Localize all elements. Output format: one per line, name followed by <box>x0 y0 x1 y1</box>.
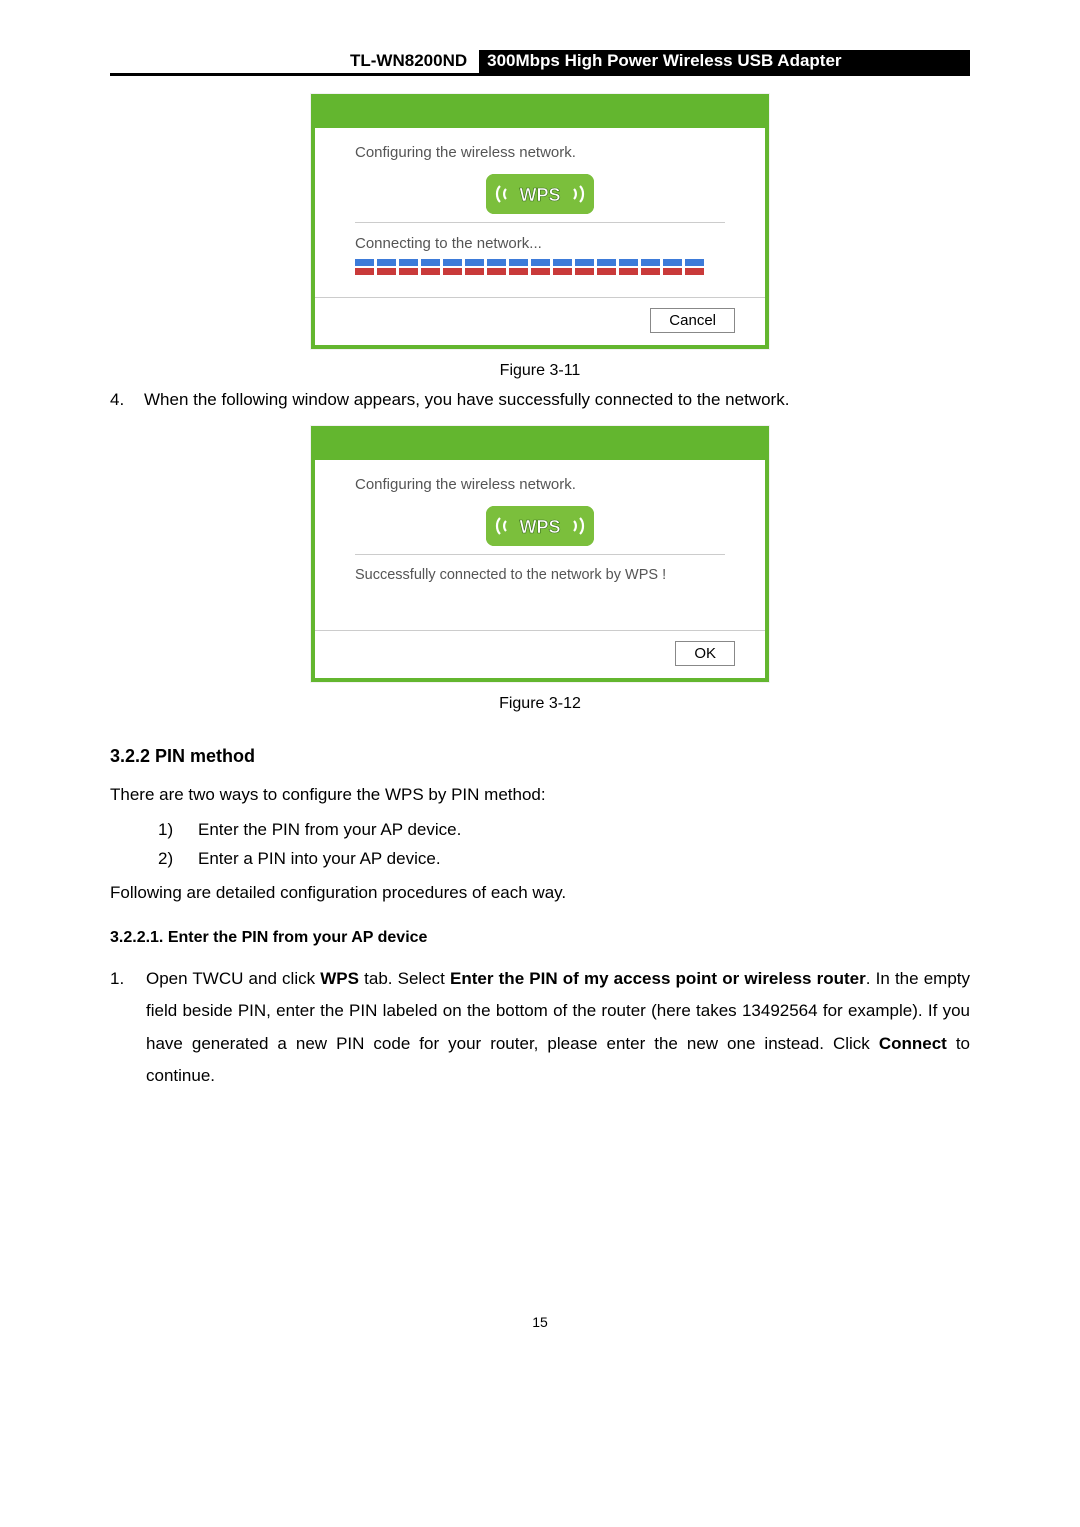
list-item: 1) Enter the PIN from your AP device. <box>158 818 970 843</box>
step-text: When the following window appears, you h… <box>144 388 970 413</box>
list-text: Enter a PIN into your AP device. <box>198 847 441 872</box>
section-outro: Following are detailed configuration pro… <box>110 881 970 906</box>
step-1: 1. Open TWCU and click WPS tab. Select E… <box>110 963 970 1092</box>
list-item: 2) Enter a PIN into your AP device. <box>158 847 970 872</box>
pin-methods-list: 1) Enter the PIN from your AP device. 2)… <box>158 818 970 871</box>
dialog-message: Configuring the wireless network. <box>355 474 725 496</box>
wps-success-dialog: Configuring the wireless network. WPS Su… <box>311 426 769 682</box>
list-label: 1) <box>158 818 182 843</box>
document-header: TL-WN8200ND 300Mbps High Power Wireless … <box>110 50 970 76</box>
page-number: 15 <box>110 1312 970 1332</box>
svg-text:WPS: WPS <box>519 517 560 537</box>
dialog-message: Configuring the wireless network. <box>355 142 725 164</box>
model-number: TL-WN8200ND <box>110 50 479 73</box>
dialog-status: Connecting to the network... <box>355 233 725 255</box>
wps-logo-icon: WPS <box>486 174 594 214</box>
dialog-titlebar <box>315 430 765 460</box>
step-text: Open TWCU and click WPS tab. Select Ente… <box>146 963 970 1092</box>
progress-bar <box>355 259 725 275</box>
step-4: 4. When the following window appears, yo… <box>110 388 970 413</box>
figure-caption: Figure 3-12 <box>110 692 970 715</box>
section-3-2-2-heading: 3.2.2 PIN method <box>110 743 970 769</box>
section-intro: There are two ways to configure the WPS … <box>110 783 970 808</box>
ok-button[interactable]: OK <box>675 641 735 666</box>
step-number: 1. <box>110 963 130 1092</box>
cancel-button[interactable]: Cancel <box>650 308 735 333</box>
wps-logo-icon: WPS <box>486 506 594 546</box>
svg-text:WPS: WPS <box>519 185 560 205</box>
figure-caption: Figure 3-11 <box>110 359 970 382</box>
list-text: Enter the PIN from your AP device. <box>198 818 461 843</box>
list-label: 2) <box>158 847 182 872</box>
dialog-status: Successfully connected to the network by… <box>355 565 725 586</box>
dialog-titlebar <box>315 98 765 128</box>
product-title: 300Mbps High Power Wireless USB Adapter <box>479 50 970 73</box>
step-number: 4. <box>110 388 130 413</box>
section-3-2-2-1-heading: 3.2.2.1. Enter the PIN from your AP devi… <box>110 926 970 949</box>
wps-connecting-dialog: Configuring the wireless network. WPS Co… <box>311 94 769 349</box>
